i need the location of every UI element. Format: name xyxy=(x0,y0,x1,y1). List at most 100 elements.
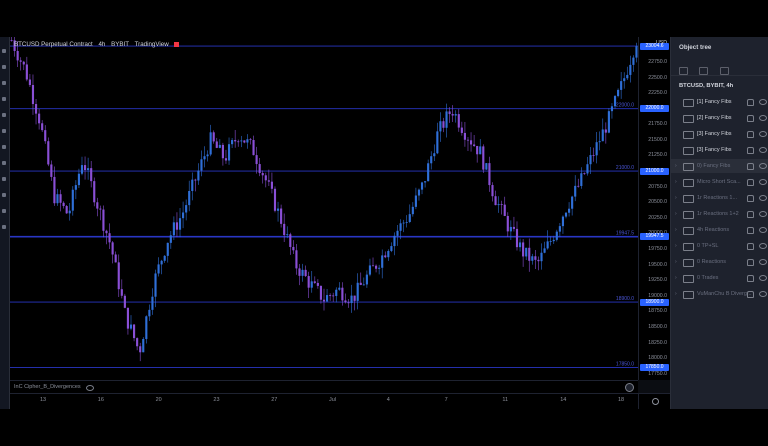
lock-icon[interactable] xyxy=(747,131,754,138)
time-tick-label: 27 xyxy=(271,397,278,403)
chevron-right-icon[interactable]: › xyxy=(675,243,677,249)
chevron-right-icon[interactable]: › xyxy=(675,211,677,217)
exchange-label: BYBIT xyxy=(111,41,129,48)
candle-body xyxy=(503,204,506,216)
candle-body xyxy=(460,127,463,133)
lock-icon[interactable] xyxy=(747,227,754,234)
lock-icon[interactable] xyxy=(747,99,754,106)
eye-icon[interactable] xyxy=(759,163,767,169)
tree-item[interactable]: › 1r Reactions 1... xyxy=(671,191,768,205)
delete-icon[interactable] xyxy=(719,67,729,75)
settings-icon[interactable] xyxy=(625,383,634,392)
time-tick-label: 14 xyxy=(560,397,567,403)
trash-icon[interactable] xyxy=(2,225,6,229)
brush-icon[interactable] xyxy=(2,97,6,101)
candle-body xyxy=(454,114,457,116)
eye-icon[interactable] xyxy=(759,147,767,153)
eye-icon[interactable] xyxy=(759,227,767,233)
tree-item-label: 0) Fancy Fibs xyxy=(697,163,731,169)
candlestick-plot[interactable]: 22000.0 21000.0 19947.5 18900.0 17850.0 xyxy=(10,37,638,380)
tree-item[interactable]: › VuManChu B Diverg... xyxy=(671,287,768,301)
eye-icon[interactable] xyxy=(2,209,6,213)
eye-icon[interactable] xyxy=(759,195,767,201)
chevron-right-icon[interactable]: › xyxy=(675,195,677,201)
candle-body xyxy=(41,123,44,131)
lock-icon[interactable] xyxy=(747,147,754,154)
lock-icon[interactable] xyxy=(747,259,754,266)
eye-icon[interactable] xyxy=(759,259,767,265)
divider xyxy=(671,75,768,76)
tree-item[interactable]: [1] Fancy Fibs xyxy=(671,95,768,109)
chevron-right-icon[interactable]: › xyxy=(675,227,677,233)
lock-icon[interactable] xyxy=(747,115,754,122)
candle-body xyxy=(555,231,558,240)
tree-item[interactable]: › 1r Reactions 1+2 xyxy=(671,207,768,221)
chevron-right-icon[interactable]: › xyxy=(675,163,677,169)
tree-item[interactable]: › 0 Trades xyxy=(671,271,768,285)
crosshair-icon[interactable] xyxy=(2,49,6,53)
candle-body xyxy=(310,281,313,288)
chevron-right-icon[interactable]: › xyxy=(675,275,677,281)
candle-body xyxy=(221,144,224,159)
tree-item[interactable]: [2] Fancy Fibs xyxy=(671,111,768,125)
price-chart[interactable]: 22000.0 21000.0 19947.5 18900.0 17850.0 xyxy=(10,37,638,380)
chevron-right-icon[interactable]: › xyxy=(675,291,677,297)
zoom-icon[interactable] xyxy=(2,161,6,165)
candle-body xyxy=(375,265,378,269)
tree-item[interactable]: › 4h Reactions xyxy=(671,223,768,237)
indicator-label[interactable]: InC Cipher_B_Divergences xyxy=(14,384,81,390)
lock-icon[interactable] xyxy=(747,163,754,170)
eye-icon[interactable] xyxy=(86,385,94,391)
ruler-icon[interactable] xyxy=(2,145,6,149)
lock-drawings-icon[interactable] xyxy=(2,193,6,197)
flag-icon[interactable] xyxy=(174,41,180,47)
pattern-icon[interactable] xyxy=(2,129,6,133)
price-tick-label: 21750.0 xyxy=(648,121,667,128)
lock-icon[interactable] xyxy=(747,211,754,218)
candle-body xyxy=(445,111,448,128)
tree-item[interactable]: › Micro Short Sca... xyxy=(671,175,768,189)
time-axis[interactable]: 13 16 20 23 27 Jul 4 7 11 14 18 xyxy=(10,393,638,409)
fib-icon[interactable] xyxy=(2,81,6,85)
candle-body xyxy=(28,79,31,85)
eye-icon[interactable] xyxy=(759,131,767,137)
lock-icon[interactable] xyxy=(747,291,754,298)
eye-icon[interactable] xyxy=(759,211,767,217)
auto-scale-icon[interactable] xyxy=(652,398,659,405)
trendline-icon[interactable] xyxy=(2,65,6,69)
eye-icon[interactable] xyxy=(759,275,767,281)
text-icon[interactable] xyxy=(2,113,6,117)
eye-icon[interactable] xyxy=(759,243,767,249)
lock-icon[interactable] xyxy=(747,179,754,186)
eye-icon[interactable] xyxy=(759,115,767,121)
eye-icon[interactable] xyxy=(759,99,767,105)
chevron-right-icon[interactable]: › xyxy=(675,179,677,185)
tree-item[interactable]: › 0 Reactions xyxy=(671,255,768,269)
candle-body xyxy=(494,196,497,206)
price-axis[interactable]: USD 22750.022500.022250.022000.021750.02… xyxy=(638,37,671,380)
tree-item-label: [2] Fancy Fibs xyxy=(697,115,732,121)
tree-item[interactable]: › 0) Fancy Fibs xyxy=(671,159,768,173)
lock-icon[interactable] xyxy=(747,275,754,282)
symbol-name[interactable]: BTCUSD Perpetual Contract xyxy=(14,41,93,48)
folder-icon xyxy=(683,291,694,299)
chevron-right-icon[interactable]: › xyxy=(675,259,677,265)
candle-body xyxy=(482,146,485,170)
price-tick-label: 19250.0 xyxy=(648,277,667,284)
tree-item-label: 0 TP+SL xyxy=(697,243,719,249)
candle-body xyxy=(629,64,632,75)
copy-icon[interactable] xyxy=(699,67,709,75)
tree-item[interactable]: [3] Fancy Fibs xyxy=(671,143,768,157)
magnet-icon[interactable] xyxy=(2,177,6,181)
lock-icon[interactable] xyxy=(747,195,754,202)
eye-icon[interactable] xyxy=(759,291,767,297)
candle-body xyxy=(22,61,25,65)
tree-item[interactable]: [3] Fancy Fibs xyxy=(671,127,768,141)
lock-icon[interactable] xyxy=(747,243,754,250)
folder-icon[interactable] xyxy=(679,67,688,75)
tree-root[interactable]: BTCUSD, BYBIT, 4h xyxy=(679,83,733,89)
eye-icon[interactable] xyxy=(759,179,767,185)
candle-body xyxy=(44,130,47,142)
candle-body xyxy=(93,181,96,203)
tree-item[interactable]: › 0 TP+SL xyxy=(671,239,768,253)
